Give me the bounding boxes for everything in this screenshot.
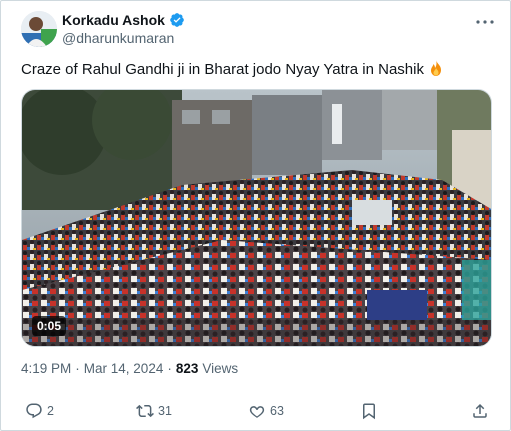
avatar[interactable] [21, 11, 57, 47]
repost-button[interactable]: 31 [136, 401, 172, 421]
tweet-date[interactable]: Mar 14, 2024 [84, 361, 164, 376]
author-handle[interactable]: @dharunkumaran [62, 30, 174, 46]
repost-count: 31 [158, 404, 172, 418]
tweet-meta: 4:19 PM · Mar 14, 2024 · 823 Views [21, 361, 238, 376]
views-count: 823 [175, 361, 199, 376]
action-bar: 2 31 63 [1, 401, 511, 423]
tweet-time[interactable]: 4:19 PM [21, 361, 71, 376]
reply-button[interactable]: 2 [25, 401, 54, 421]
like-button[interactable]: 63 [248, 401, 284, 421]
views-label: Views [202, 361, 239, 376]
tweet-body: Craze of Rahul Gandhi ji in Bharat jodo … [21, 61, 424, 78]
video-thumbnail [22, 90, 491, 346]
repost-icon [136, 404, 154, 418]
author-name-row: Korkadu Ashok [62, 12, 185, 28]
reply-count: 2 [47, 404, 54, 418]
verified-badge-icon [169, 12, 185, 28]
author-display-name[interactable]: Korkadu Ashok [62, 12, 165, 28]
meta-separator: · [75, 361, 80, 376]
bookmark-button[interactable] [360, 401, 378, 421]
more-options-icon[interactable] [473, 12, 497, 32]
like-count: 63 [270, 404, 284, 418]
meta-separator: · [167, 361, 172, 376]
heart-icon [249, 406, 265, 418]
fire-icon [427, 59, 445, 77]
tweet-text: Craze of Rahul Gandhi ji in Bharat jodo … [21, 59, 445, 80]
video-player[interactable]: 0:05 [21, 89, 492, 347]
bookmark-icon [363, 403, 375, 420]
share-icon [473, 403, 487, 418]
avatar-image [21, 11, 57, 47]
video-duration-badge: 0:05 [32, 316, 67, 336]
tweet-card: Korkadu Ashok @dharunkumaran Craze of Ra… [0, 0, 511, 431]
reply-icon [26, 403, 42, 419]
share-button[interactable] [471, 401, 489, 421]
